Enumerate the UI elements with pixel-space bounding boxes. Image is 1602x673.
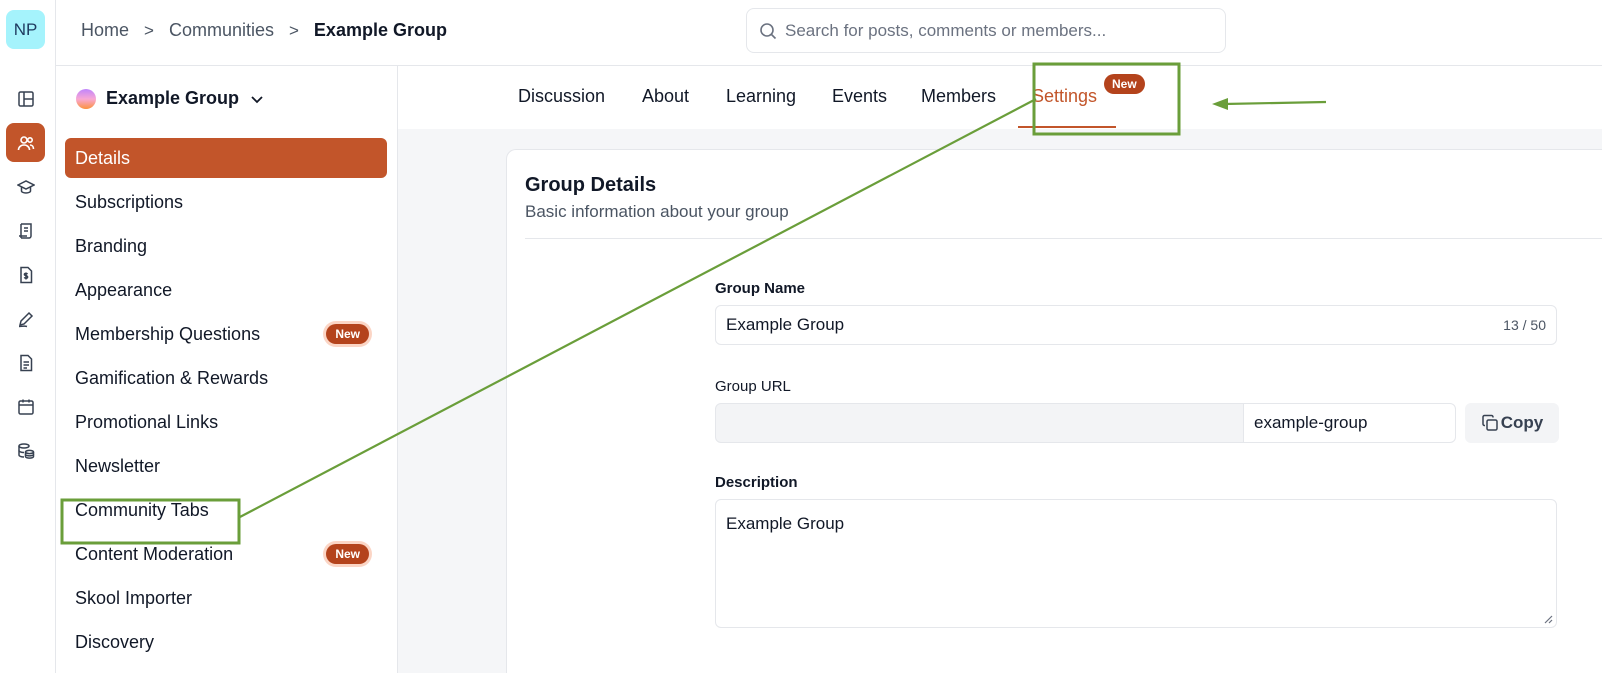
pen-icon[interactable]	[6, 299, 45, 338]
icon-rail: NP	[0, 0, 56, 673]
tab-members[interactable]: Members	[921, 86, 996, 107]
group-switcher[interactable]: Example Group	[76, 88, 265, 109]
resize-handle-icon[interactable]	[1543, 614, 1553, 624]
group-name-label: Group Name	[715, 280, 806, 297]
group-switcher-label: Example Group	[106, 88, 240, 108]
tab-learning[interactable]: Learning	[726, 86, 796, 107]
group-url-value: example-group	[1254, 413, 1368, 432]
search-icon	[760, 22, 777, 39]
copy-icon	[1482, 414, 1498, 431]
top-header: Home > Communities > Example Group	[56, 0, 1602, 66]
breadcrumb-separator: >	[288, 20, 299, 40]
breadcrumb-separator: >	[144, 20, 154, 40]
breadcrumb-home[interactable]: Home	[81, 20, 129, 41]
breadcrumb-current: Example Group	[313, 20, 447, 40]
card-subtitle: Basic information about your group	[525, 202, 789, 221]
settings-nav: Details Subscriptions Branding Appearanc…	[65, 138, 387, 666]
sidebar-item-label: Skool Importer	[75, 587, 193, 608]
group-details-card: Group Details Basic information about yo…	[506, 149, 1602, 673]
active-tab-indicator	[1018, 126, 1116, 128]
sidebar-item-gamification[interactable]: Gamification & Rewards	[65, 358, 387, 398]
sidebar-item-label: Discovery	[75, 631, 155, 652]
community-tabs: Discussion About Learning Events Members…	[398, 66, 1602, 129]
card-title: Group Details	[525, 174, 657, 196]
tab-settings[interactable]: Settings	[1032, 86, 1097, 107]
group-name-value: Example Group	[726, 315, 845, 334]
sidebar-item-label: Promotional Links	[75, 411, 219, 432]
group-url-input[interactable]: example-group	[1243, 403, 1456, 443]
sidebar-item-label: Gamification & Rewards	[75, 367, 269, 388]
dollar-file-icon[interactable]	[6, 255, 45, 294]
sidebar-item-label: Branding	[75, 235, 148, 256]
search-box[interactable]	[746, 8, 1226, 53]
breadcrumb-communities[interactable]: Communities	[169, 20, 274, 41]
group-logo	[76, 88, 96, 109]
sidebar-item-label: Appearance	[75, 279, 173, 300]
sidebar-item-label: Details	[75, 147, 131, 168]
sidebar-item-skool-importer[interactable]: Skool Importer	[65, 578, 387, 618]
document-icon[interactable]	[6, 343, 45, 382]
sidebar-item-newsletter[interactable]: Newsletter	[65, 446, 387, 486]
sidebar-item-membership-questions[interactable]: Membership Questions New	[65, 314, 387, 354]
tab-discussion[interactable]: Discussion	[518, 86, 605, 107]
sidebar-item-promotional-links[interactable]: Promotional Links	[65, 402, 387, 442]
copy-url-button[interactable]: Copy	[1465, 403, 1559, 443]
database-icon[interactable]	[6, 431, 45, 470]
search-input[interactable]	[785, 20, 1205, 41]
group-url-label: Group URL	[715, 378, 791, 395]
copy-label: Copy	[1500, 413, 1544, 432]
breadcrumb: Home > Communities > Example Group	[81, 20, 447, 41]
new-badge: New	[326, 324, 369, 344]
tab-events[interactable]: Events	[832, 86, 887, 107]
layout-icon[interactable]	[6, 79, 45, 118]
users-icon[interactable]	[6, 123, 45, 162]
sidebar-item-appearance[interactable]: Appearance	[65, 270, 387, 310]
sidebar-item-content-moderation[interactable]: Content Moderation New	[65, 534, 387, 574]
sidebar-item-label: Membership Questions	[75, 323, 261, 344]
sidebar-item-label: Content Moderation	[75, 543, 234, 564]
sidebar-item-subscriptions[interactable]: Subscriptions	[65, 182, 387, 222]
sidebar-item-community-tabs[interactable]: Community Tabs	[65, 490, 387, 530]
description-textarea[interactable]: Example Group	[715, 499, 1557, 628]
group-url-prefix	[715, 403, 1244, 443]
sidebar-item-branding[interactable]: Branding	[65, 226, 387, 266]
description-value: Example Group	[726, 514, 845, 533]
main-content: Discussion About Learning Events Members…	[398, 66, 1602, 673]
graduation-cap-icon[interactable]	[6, 167, 45, 206]
tab-about[interactable]: About	[642, 86, 689, 107]
character-counter: 13 / 50	[1503, 317, 1546, 333]
sidebar-item-details[interactable]: Details	[65, 138, 387, 178]
user-avatar[interactable]: NP	[6, 10, 45, 49]
new-badge: New	[1104, 74, 1145, 94]
sidebar-item-label: Community Tabs	[75, 499, 209, 520]
scroll-icon[interactable]	[6, 211, 45, 250]
sidebar-item-label: Newsletter	[75, 455, 161, 476]
new-badge: New	[326, 544, 369, 564]
sidebar-item-label: Subscriptions	[75, 191, 184, 212]
description-label: Description	[715, 474, 798, 491]
chevron-down-icon	[251, 95, 263, 103]
group-name-input[interactable]: Example Group 13 / 50	[715, 305, 1557, 345]
sidebar-item-discovery[interactable]: Discovery	[65, 622, 387, 662]
settings-sidebar: Example Group Details Subscriptions Bran…	[56, 66, 398, 673]
divider	[525, 238, 1602, 239]
calendar-icon[interactable]	[6, 387, 45, 426]
